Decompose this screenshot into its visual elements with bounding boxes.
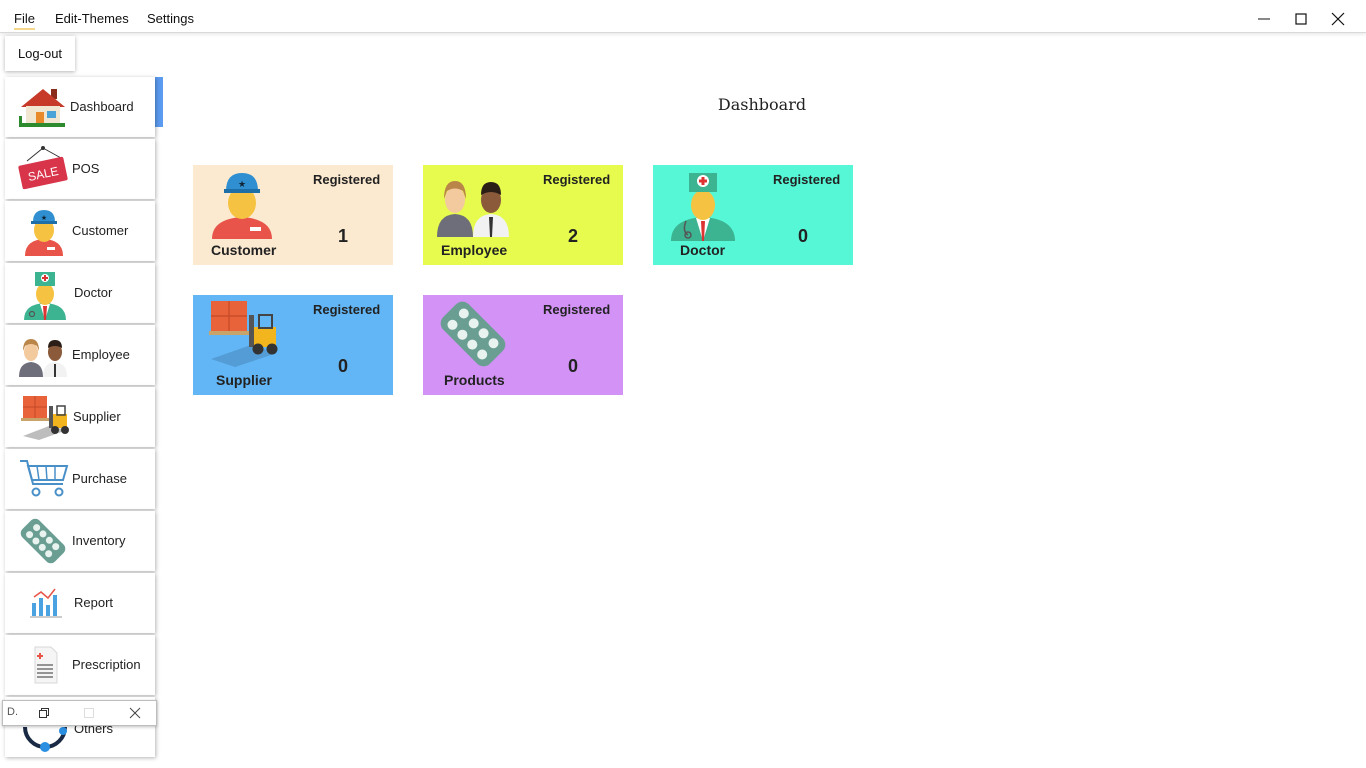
sidebar-item-label: Inventory <box>72 533 126 548</box>
chart-icon <box>30 588 62 618</box>
sidebar-item-prescription[interactable]: Prescription <box>5 635 155 695</box>
sidebar-item-doctor[interactable]: Doctor <box>5 263 155 323</box>
sidebar-item-label: Employee <box>72 347 130 362</box>
customer-icon: ★ <box>212 173 272 239</box>
pill-pack-icon <box>20 518 66 564</box>
sidebar-item-label: Supplier <box>73 409 121 424</box>
doctor-icon <box>24 272 66 320</box>
supplier-card[interactable]: Registered 0 Supplier <box>193 295 393 395</box>
menu-file[interactable]: File <box>14 11 35 30</box>
page-title: Dashboard <box>717 95 807 114</box>
menu-edit-themes[interactable]: Edit-Themes <box>55 11 129 26</box>
registered-label: Registered <box>543 172 611 187</box>
employees-icon <box>437 181 509 237</box>
sidebar-item-label: Customer <box>72 223 129 238</box>
svg-text:★: ★ <box>41 214 47 222</box>
sidebar-item-label: Prescription <box>72 657 141 672</box>
employee-card[interactable]: Registered 2 Employee <box>423 165 623 265</box>
sidebar-item-inventory[interactable]: Inventory <box>5 511 155 571</box>
registered-label: Registered <box>773 172 841 187</box>
maximize-button[interactable] <box>1288 8 1314 30</box>
customer-count: 1 <box>337 226 348 246</box>
doctor-card[interactable]: Registered 0 Doctor <box>653 165 853 265</box>
restore-icon[interactable] <box>38 707 50 719</box>
prescription-icon <box>34 646 58 684</box>
minimized-window-bar[interactable]: D. <box>2 700 157 726</box>
sidebar-item-label: Report <box>74 595 114 610</box>
registered-label: Registered <box>313 172 381 187</box>
sidebar-item-dashboard[interactable]: Dashboard <box>5 77 155 137</box>
registered-label: Registered <box>543 302 611 317</box>
sidebar-item-employee[interactable]: Employee <box>5 325 155 385</box>
sidebar-item-customer[interactable]: ★ Customer <box>5 201 155 261</box>
doctor-card-title: Doctor <box>680 242 726 258</box>
close-button[interactable] <box>1325 8 1351 30</box>
products-card-title: Products <box>444 372 505 388</box>
supplier-count: 0 <box>337 356 348 376</box>
sidebar-item-purchase[interactable]: Purchase <box>5 449 155 509</box>
pill-pack-icon <box>440 301 506 367</box>
menu-bar: File Edit-Themes Settings <box>0 0 1366 33</box>
close-icon[interactable] <box>129 707 141 719</box>
sidebar-item-label: Doctor <box>74 285 113 300</box>
active-indicator <box>155 77 163 127</box>
minimize-icon <box>1258 18 1270 20</box>
cart-icon <box>20 460 69 497</box>
products-card[interactable]: Registered 0 Products <box>423 295 623 395</box>
products-count: 0 <box>567 356 578 376</box>
menu-settings[interactable]: Settings <box>147 11 194 26</box>
svg-text:★: ★ <box>238 179 246 189</box>
forklift-icon <box>21 396 69 440</box>
sale-tag-icon: SALE <box>18 146 68 190</box>
minimize-button[interactable] <box>1251 8 1277 30</box>
maximize-icon <box>1295 13 1307 25</box>
sidebar-item-report[interactable]: Report <box>5 573 155 633</box>
employees-icon <box>19 339 67 377</box>
sidebar-item-label: POS <box>72 161 100 176</box>
doctor-icon <box>671 173 735 241</box>
sidebar-item-supplier[interactable]: Supplier <box>5 387 155 447</box>
minimized-window-title: D. <box>7 706 18 718</box>
maximize-icon[interactable] <box>83 707 95 719</box>
registered-label: Registered <box>313 302 381 317</box>
doctor-count: 0 <box>797 226 808 246</box>
sidebar-item-pos[interactable]: SALE POS <box>5 139 155 199</box>
sidebar-item-label: Dashboard <box>70 99 134 114</box>
sidebar-item-label: Purchase <box>72 471 127 486</box>
employee-count: 2 <box>567 226 578 246</box>
customer-card-title: Customer <box>211 242 277 258</box>
supplier-card-title: Supplier <box>216 372 273 388</box>
file-dropdown: Log-out <box>5 36 75 71</box>
customer-card[interactable]: ★ Registered 1 Customer <box>193 165 393 265</box>
logout-menu-item[interactable]: Log-out <box>18 46 62 61</box>
close-icon <box>1331 12 1345 26</box>
employee-card-title: Employee <box>441 242 508 258</box>
forklift-icon <box>209 301 278 367</box>
customer-icon: ★ <box>25 210 63 256</box>
house-icon <box>19 89 65 127</box>
